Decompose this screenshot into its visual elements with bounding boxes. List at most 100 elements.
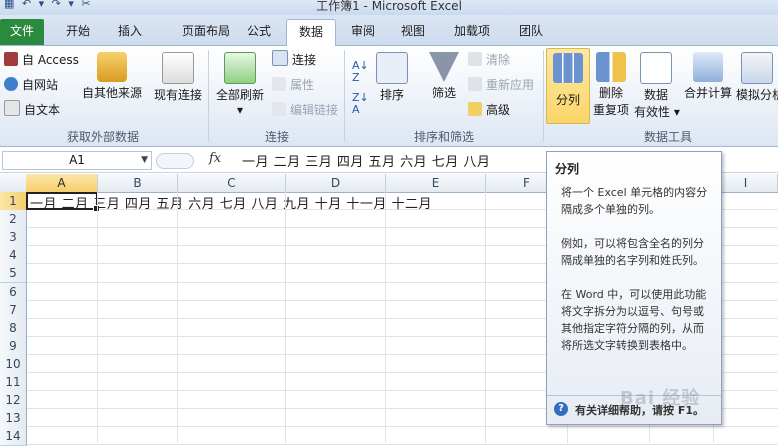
- row-header-4[interactable]: 4: [0, 246, 27, 266]
- formula-bar-handle[interactable]: [156, 153, 194, 169]
- row-header-1[interactable]: 1: [0, 192, 27, 211]
- grid-line: [285, 192, 286, 443]
- name-box[interactable]: A1 ▼: [2, 151, 152, 170]
- row-header-14[interactable]: 14: [0, 427, 27, 446]
- sort-az-icon: A↓ Z: [352, 59, 369, 84]
- tooltip-paragraph: 例如，可以将包含全名的列分隔成单独的名字列和姓氏列。: [561, 237, 704, 267]
- tab-data[interactable]: 数据: [286, 19, 336, 46]
- tab-review[interactable]: 审阅: [340, 19, 386, 44]
- tab-home[interactable]: 开始: [54, 19, 102, 44]
- group-separator: [344, 50, 345, 142]
- data-validation-button[interactable]: 数据 有效性 ▾: [634, 52, 680, 120]
- row-header-11[interactable]: 11: [0, 373, 27, 392]
- row-header-12[interactable]: 12: [0, 391, 27, 411]
- properties-button[interactable]: 属性: [272, 75, 314, 95]
- tab-formulas[interactable]: 公式: [236, 19, 282, 44]
- row-header-13[interactable]: 13: [0, 409, 27, 429]
- reapply-button[interactable]: 重新应用: [468, 75, 534, 95]
- remove-duplicates-icon: [596, 52, 626, 82]
- what-if-icon: [741, 52, 773, 84]
- refresh-dropdown-icon[interactable]: ▾: [237, 103, 243, 117]
- row-header-5[interactable]: 5: [0, 264, 27, 284]
- validation-check-icon: [640, 52, 672, 84]
- formula-input[interactable]: 一月 二月 三月 四月 五月 六月 七月 八月: [242, 151, 490, 170]
- consolidate-button[interactable]: 合并计算: [682, 52, 734, 101]
- tab-view[interactable]: 视图: [390, 19, 436, 44]
- from-web-button[interactable]: 自网站: [4, 75, 58, 95]
- grid-line: [385, 192, 386, 443]
- help-icon: ?: [554, 402, 568, 416]
- sort-ascending-button[interactable]: A↓ Z: [352, 60, 369, 84]
- column-header-i[interactable]: I: [714, 174, 778, 192]
- row-header-3[interactable]: 3: [0, 228, 27, 248]
- document-icon: [162, 52, 194, 84]
- reapply-icon: [468, 77, 482, 91]
- grid-line: [177, 192, 178, 443]
- select-all-corner[interactable]: [0, 174, 27, 192]
- grid-line: [97, 192, 98, 443]
- what-if-analysis-button[interactable]: 模拟分析: [736, 52, 778, 103]
- row-header-6[interactable]: 6: [0, 282, 27, 302]
- advanced-filter-icon: [468, 102, 482, 116]
- insert-function-icon[interactable]: fx: [209, 151, 221, 166]
- column-header-b[interactable]: B: [98, 174, 178, 192]
- row-header-8[interactable]: 8: [0, 318, 27, 338]
- row-header-9[interactable]: 9: [0, 336, 27, 356]
- column-header-a[interactable]: A: [26, 174, 98, 192]
- group-separator: [543, 50, 544, 142]
- sort-descending-button[interactable]: Z↓ A: [352, 92, 369, 116]
- column-header-e[interactable]: E: [386, 174, 486, 192]
- sort-dialog-icon: [376, 52, 408, 84]
- tab-insert[interactable]: 插入: [106, 19, 154, 44]
- tab-file[interactable]: 文件: [0, 19, 44, 45]
- title-bar: ▦ ↶ ▾ ↷ ▾ ✂ 工作簿1 - Microsoft Excel: [0, 0, 778, 15]
- tooltip-body: 将一个 Excel 单元格的内容分隔成多个单独的列。 例如，可以将包含全名的列分…: [561, 184, 713, 371]
- group-label-external: 获取外部数据: [66, 130, 139, 144]
- existing-connections-button[interactable]: 现有连接: [150, 52, 206, 103]
- group-label-connections: 连接: [264, 130, 289, 144]
- group-label-data-tools: 数据工具: [643, 130, 692, 144]
- chevron-down-icon[interactable]: ▼: [141, 152, 148, 169]
- edit-links-button[interactable]: 编辑链接: [272, 100, 338, 120]
- group-separator: [208, 50, 209, 142]
- text-to-columns-button[interactable]: 分列: [546, 48, 590, 124]
- funnel-icon: [429, 52, 459, 82]
- tooltip-title: 分列: [555, 162, 580, 176]
- access-icon: [4, 52, 18, 66]
- clear-filter-button[interactable]: 清除: [468, 50, 510, 70]
- consolidate-icon: [693, 52, 723, 82]
- connections-button[interactable]: 连接: [272, 50, 316, 70]
- from-access-button[interactable]: 自 Access: [4, 50, 79, 70]
- from-text-button[interactable]: 自文本: [4, 100, 60, 120]
- globe-icon: [4, 77, 18, 91]
- text-file-icon: [4, 100, 20, 116]
- row-header-7[interactable]: 7: [0, 300, 27, 320]
- filter-button[interactable]: 筛选: [424, 52, 464, 101]
- database-icon: [97, 52, 127, 82]
- tab-team[interactable]: 团队: [508, 19, 554, 44]
- text-to-columns-icon: [553, 53, 583, 83]
- ribbon-tabs: 文件 开始 插入 页面布局 公式 数据 审阅 视图 加载项 团队: [0, 15, 778, 46]
- window-title: 工作簿1 - Microsoft Excel: [316, 0, 462, 13]
- row-header-2[interactable]: 2: [0, 210, 27, 230]
- connections-icon: [272, 50, 288, 66]
- column-header-d[interactable]: D: [286, 174, 386, 192]
- clear-icon: [468, 52, 482, 66]
- grid-line: [27, 444, 778, 446]
- refresh-all-button[interactable]: 全部刷新 ▾: [212, 52, 268, 117]
- from-other-sources-button[interactable]: 自其他来源: [80, 52, 144, 101]
- tab-addins[interactable]: 加载项: [444, 19, 500, 44]
- sort-button[interactable]: 排序: [374, 52, 410, 103]
- group-label-sort-filter: 排序和筛选: [413, 130, 474, 144]
- grid-line: [485, 192, 486, 443]
- row-header-10[interactable]: 10: [0, 354, 27, 374]
- tooltip-paragraph: 在 Word 中，可以使用此功能将文字拆分为以逗号、句号或其他指定字符分隔的列，…: [561, 288, 707, 352]
- remove-duplicates-button[interactable]: 删除 重复项: [590, 52, 632, 118]
- grid-line: [27, 426, 778, 428]
- tooltip-paragraph: 将一个 Excel 单元格的内容分隔成多个单独的列。: [561, 186, 708, 216]
- ribbon-data: 自 Access 自网站 自文本 自其他来源 现有连接 获取外部数据 全部刷新 …: [0, 46, 778, 147]
- link-icon: [272, 102, 286, 116]
- advanced-filter-button[interactable]: 高级: [468, 100, 510, 120]
- sort-za-icon: Z↓ A: [352, 91, 369, 116]
- column-header-c[interactable]: C: [178, 174, 286, 192]
